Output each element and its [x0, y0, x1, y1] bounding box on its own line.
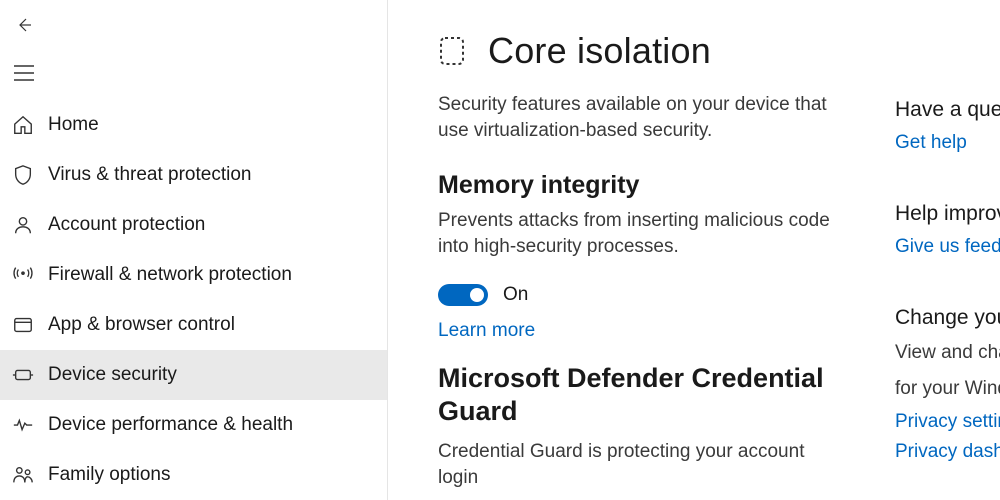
toggle-thumb: [470, 288, 484, 302]
page-header: Core isolation: [438, 30, 853, 72]
memory-integrity-heading: Memory integrity: [438, 171, 853, 200]
sidebar-item-label: Device security: [48, 364, 177, 386]
learn-more-link[interactable]: Learn more: [438, 320, 535, 342]
sidebar-item-family[interactable]: Family options: [0, 450, 387, 500]
privacy-settings-link[interactable]: Privacy settings: [895, 411, 1000, 433]
sidebar-item-device-security[interactable]: Device security: [0, 350, 387, 400]
back-arrow-icon: [15, 16, 33, 34]
person-icon: [8, 210, 38, 240]
aside-column: Have a question? Get help Help improve W…: [895, 30, 1000, 500]
core-isolation-icon: [438, 35, 466, 67]
memory-integrity-toggle-row: On: [438, 284, 853, 306]
menu-button[interactable]: [0, 52, 48, 94]
aside-question-heading: Have a question?: [895, 98, 1000, 122]
sidebar-item-label: Firewall & network protection: [48, 264, 292, 286]
sidebar-item-app[interactable]: App & browser control: [0, 300, 387, 350]
sidebar-item-firewall[interactable]: Firewall & network protection: [0, 250, 387, 300]
aside-improve: Help improve Windows Security Give us fe…: [895, 202, 1000, 258]
antenna-icon: [8, 260, 38, 290]
sidebar-item-label: Account protection: [48, 214, 205, 236]
sidebar-item-performance[interactable]: Device performance & health: [0, 400, 387, 450]
shield-icon: [8, 160, 38, 190]
page-title: Core isolation: [488, 30, 711, 72]
credential-guard-text: Credential Guard is protecting your acco…: [438, 439, 838, 490]
aside-privacy: Change your privacy settings View and ch…: [895, 306, 1000, 463]
aside-privacy-text2: for your Windows device.: [895, 376, 1000, 402]
feedback-link[interactable]: Give us feedback: [895, 236, 1000, 258]
sidebar-item-label: Device performance & health: [48, 414, 293, 436]
hamburger-icon: [14, 65, 34, 81]
sidebar-item-label: Virus & threat protection: [48, 164, 251, 186]
toggle-state-label: On: [503, 284, 528, 306]
memory-integrity-text: Prevents attacks from inserting maliciou…: [438, 208, 838, 259]
back-button[interactable]: [0, 4, 48, 46]
home-icon: [8, 110, 38, 140]
sidebar-item-home[interactable]: Home: [0, 100, 387, 150]
aside-question: Have a question? Get help: [895, 98, 1000, 154]
nav-list: Home Virus & threat protection Account p…: [0, 100, 387, 500]
aside-privacy-heading: Change your privacy settings: [895, 306, 1000, 330]
family-icon: [8, 460, 38, 490]
chip-icon: [8, 360, 38, 390]
credential-guard-heading: Microsoft Defender Credential Guard: [438, 362, 853, 430]
content-column: Core isolation Security features availab…: [438, 30, 853, 500]
privacy-dashboard-link[interactable]: Privacy dashboard: [895, 441, 1000, 463]
app-icon: [8, 310, 38, 340]
sidebar-item-label: Family options: [48, 464, 171, 486]
sidebar: Home Virus & threat protection Account p…: [0, 0, 388, 500]
sidebar-item-label: App & browser control: [48, 314, 235, 336]
sidebar-item-account[interactable]: Account protection: [0, 200, 387, 250]
sidebar-item-label: Home: [48, 114, 99, 136]
main-area: Core isolation Security features availab…: [388, 0, 1000, 500]
get-help-link[interactable]: Get help: [895, 132, 1000, 154]
heart-rate-icon: [8, 410, 38, 440]
sidebar-item-virus[interactable]: Virus & threat protection: [0, 150, 387, 200]
memory-integrity-toggle[interactable]: [438, 284, 488, 306]
aside-improve-heading: Help improve Windows Security: [895, 202, 1000, 226]
page-subtitle: Security features available on your devi…: [438, 92, 838, 143]
aside-privacy-text1: View and change privacy settings: [895, 340, 1000, 366]
